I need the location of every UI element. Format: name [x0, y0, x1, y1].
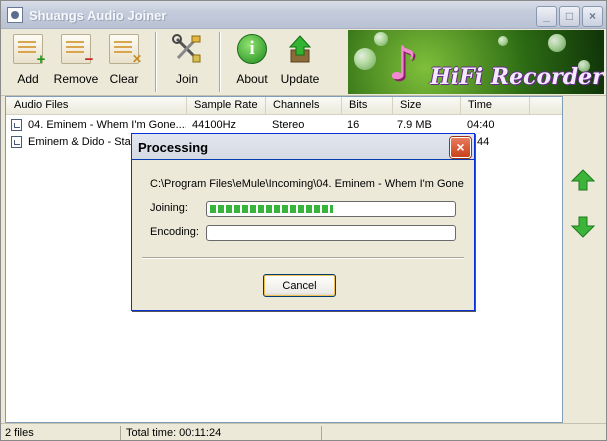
about-button[interactable]: About — [229, 34, 275, 92]
column-header-audio-files[interactable]: Audio Files — [9, 97, 187, 115]
remove-file-icon: − — [61, 34, 93, 67]
status-bar: 2 files Total time: 00:11:24 — [1, 423, 606, 440]
music-note-icon: ♪ — [388, 36, 418, 90]
dialog-title-bar[interactable]: Processing × — [132, 134, 474, 160]
encoding-progress-bar — [206, 225, 456, 241]
window-title: Shuangs Audio Joiner — [29, 8, 167, 23]
add-label: Add — [17, 72, 39, 86]
close-button[interactable]: × — [582, 6, 603, 27]
joining-progress-fill — [210, 205, 333, 213]
add-file-icon: + — [13, 34, 45, 67]
join-tools-icon — [172, 34, 202, 64]
cell-time: 04:40 — [467, 119, 495, 131]
audio-file-icon — [11, 136, 22, 148]
title-bar[interactable]: Shuangs Audio Joiner _ □ × — [1, 1, 606, 29]
audio-file-icon — [11, 119, 22, 131]
encoding-label: Encoding: — [150, 226, 199, 238]
join-label: Join — [175, 72, 198, 86]
column-header-size[interactable]: Size — [395, 97, 461, 115]
dialog-divider — [142, 257, 464, 259]
joining-label: Joining: — [150, 202, 188, 214]
column-header-time[interactable]: Time — [463, 97, 530, 115]
cell-channels: Stereo — [272, 119, 305, 131]
clear-button[interactable]: ✕ Clear — [101, 34, 147, 92]
cell-time: :44 — [474, 136, 490, 148]
cell-file: 04. Eminem - Whem I'm Gone.... — [28, 119, 186, 131]
maximize-button[interactable]: □ — [559, 6, 580, 27]
cell-sample-rate: 44100Hz — [192, 119, 237, 131]
app-window: Shuangs Audio Joiner _ □ × + Add − Remov… — [0, 0, 607, 441]
app-icon — [7, 7, 23, 23]
processing-file-path: C:\Program Files\eMule\Incoming\04. Emin… — [150, 178, 464, 190]
status-total-time: Total time: 00:11:24 — [122, 426, 322, 440]
joining-progress-bar — [206, 201, 456, 217]
hifi-recorder-banner[interactable]: ♪ HiFi Recorder — [348, 30, 604, 94]
update-label: Update — [280, 72, 320, 86]
info-icon — [237, 34, 267, 64]
toolbar-separator — [219, 32, 221, 92]
dialog-title: Processing — [138, 140, 209, 155]
processing-dialog: Processing × C:\Program Files\eMule\Inco… — [131, 133, 475, 311]
banner-text: HiFi Recorder — [430, 64, 604, 90]
move-down-button[interactable] — [570, 216, 596, 238]
move-up-icon — [570, 169, 596, 191]
column-header-channels[interactable]: Channels — [268, 97, 342, 115]
cancel-button[interactable]: Cancel — [263, 274, 336, 297]
list-header: Audio Files Sample Rate Channels Bits Si… — [6, 97, 562, 115]
column-header-bits[interactable]: Bits — [344, 97, 393, 115]
minimize-button[interactable]: _ — [536, 6, 557, 27]
join-button[interactable]: Join — [164, 34, 210, 92]
remove-label: Remove — [53, 72, 99, 86]
remove-button[interactable]: − Remove — [53, 34, 99, 92]
move-up-button[interactable] — [570, 169, 596, 191]
clear-label: Clear — [109, 72, 139, 86]
move-down-icon — [570, 216, 596, 238]
cell-bits: 16 — [347, 119, 360, 131]
clear-list-icon: ✕ — [109, 34, 142, 66]
toolbar-separator — [155, 32, 157, 92]
column-header-sample-rate[interactable]: Sample Rate — [189, 97, 266, 115]
update-arrow-icon — [285, 34, 315, 64]
cell-size: 7.9 MB — [397, 119, 432, 131]
status-file-count: 2 files — [1, 426, 121, 440]
add-button[interactable]: + Add — [5, 34, 51, 92]
about-label: About — [236, 72, 268, 86]
update-button[interactable]: Update — [277, 34, 323, 92]
table-row[interactable]: 04. Eminem - Whem I'm Gone.... 44100Hz S… — [6, 117, 562, 133]
dialog-close-button[interactable]: × — [450, 137, 471, 158]
